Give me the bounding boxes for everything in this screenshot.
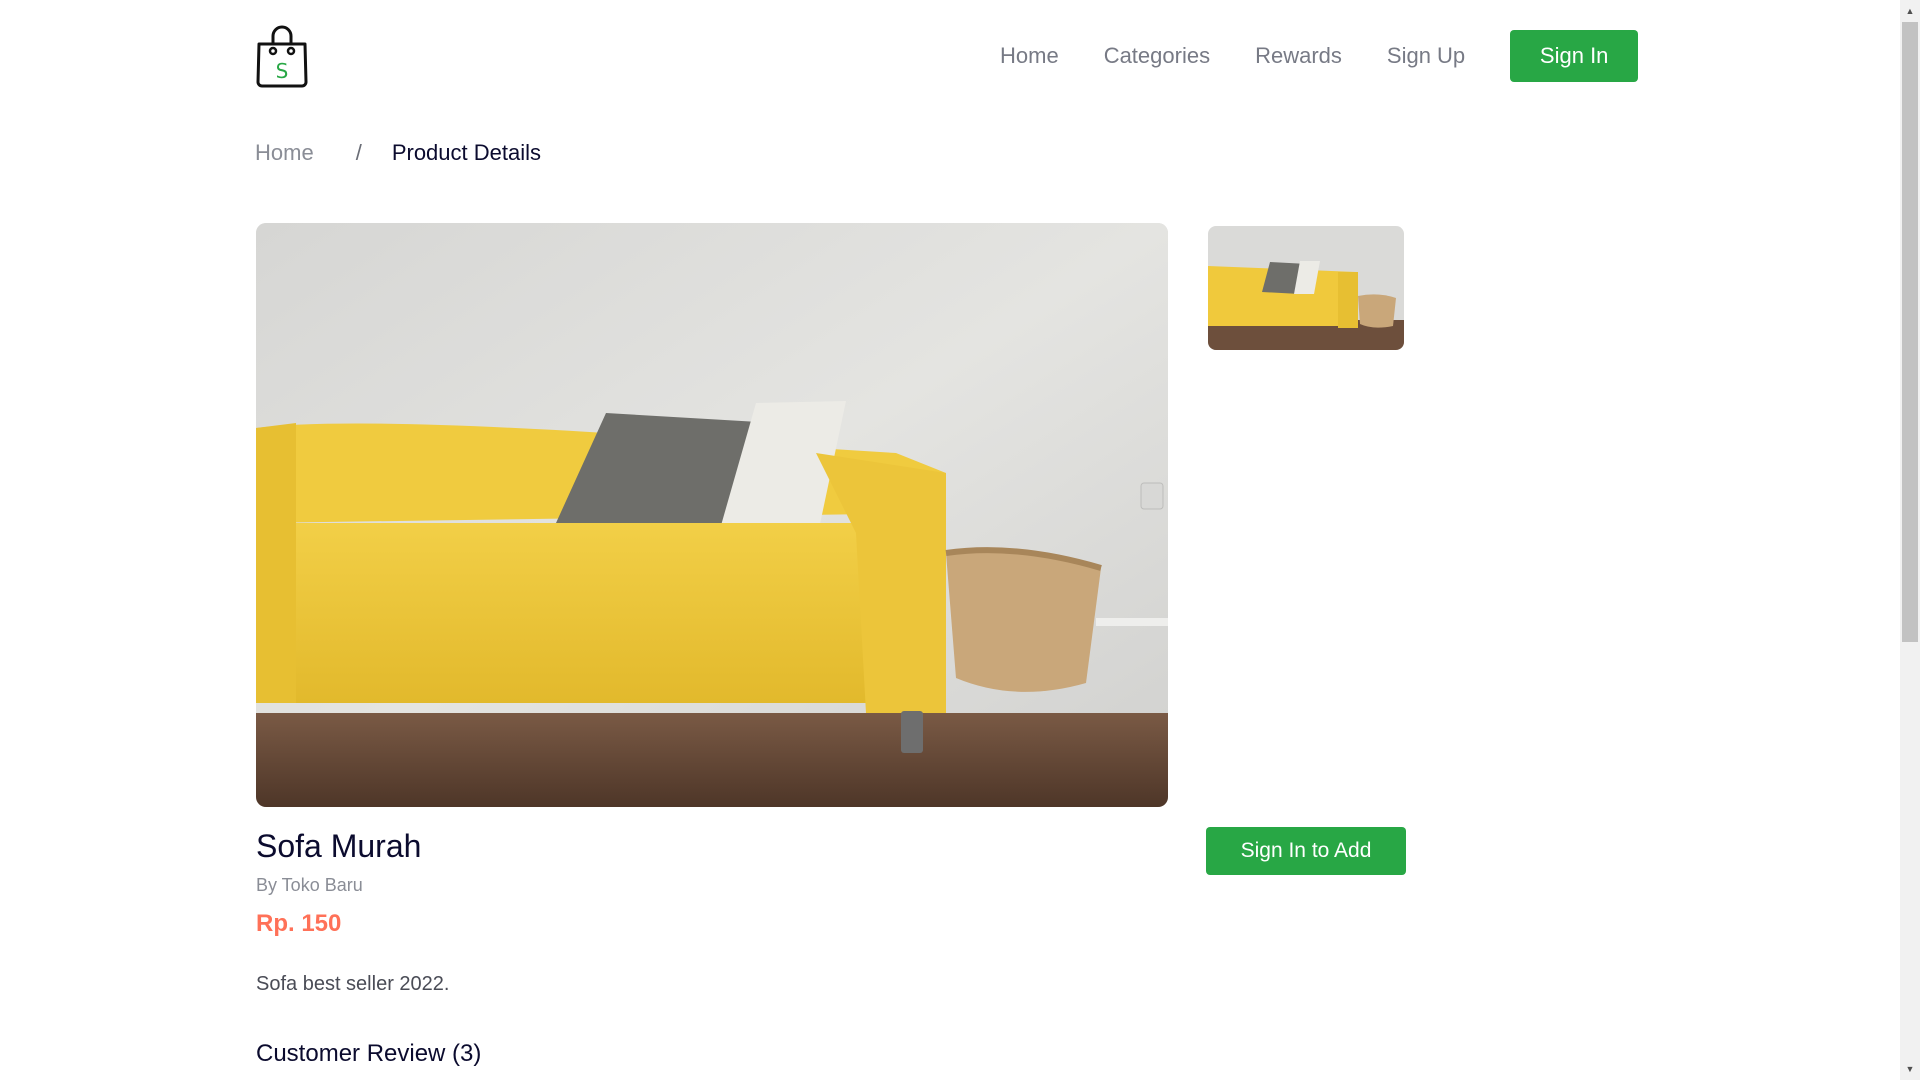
arrow-up-icon[interactable]: ▲	[1900, 2, 1920, 20]
nav-rewards[interactable]: Rewards	[1255, 43, 1342, 69]
breadcrumb-current: Product Details	[391, 140, 541, 165]
sign-in-to-add-button[interactable]: Sign In to Add	[1206, 827, 1406, 875]
shopping-bag-icon[interactable]: S	[254, 22, 310, 88]
nav-home[interactable]: Home	[1000, 43, 1059, 69]
breadcrumb-separator: /	[355, 140, 362, 165]
customer-review-heading: Customer Review (3)	[256, 1040, 482, 1067]
product-thumbnail[interactable]	[1208, 226, 1404, 350]
product-title: Sofa Murah	[256, 828, 422, 864]
product-description: Sofa best seller 2022.	[256, 973, 450, 995]
sign-in-button[interactable]: Sign In	[1510, 30, 1639, 82]
vertical-scrollbar[interactable]: ▲ ▼	[1900, 0, 1920, 1080]
main-nav: Home Categories Rewards Sign Up Sign In	[1000, 30, 1639, 82]
scrollbar-thumb[interactable]	[1902, 22, 1918, 642]
product-main-image	[256, 223, 1168, 807]
page: S Home Categories Rewards Sign Up Sign I…	[0, 0, 1920, 1080]
breadcrumb: Home / Product Details	[255, 140, 541, 166]
nav-categories[interactable]: Categories	[1104, 43, 1210, 69]
logo-letter: S	[276, 59, 289, 83]
arrow-down-icon[interactable]: ▼	[1900, 1060, 1920, 1078]
breadcrumb-home[interactable]: Home	[255, 140, 314, 166]
nav-sign-up[interactable]: Sign Up	[1387, 43, 1465, 69]
product-price: Rp. 150	[256, 910, 342, 937]
product-seller: By Toko Baru	[256, 875, 363, 895]
